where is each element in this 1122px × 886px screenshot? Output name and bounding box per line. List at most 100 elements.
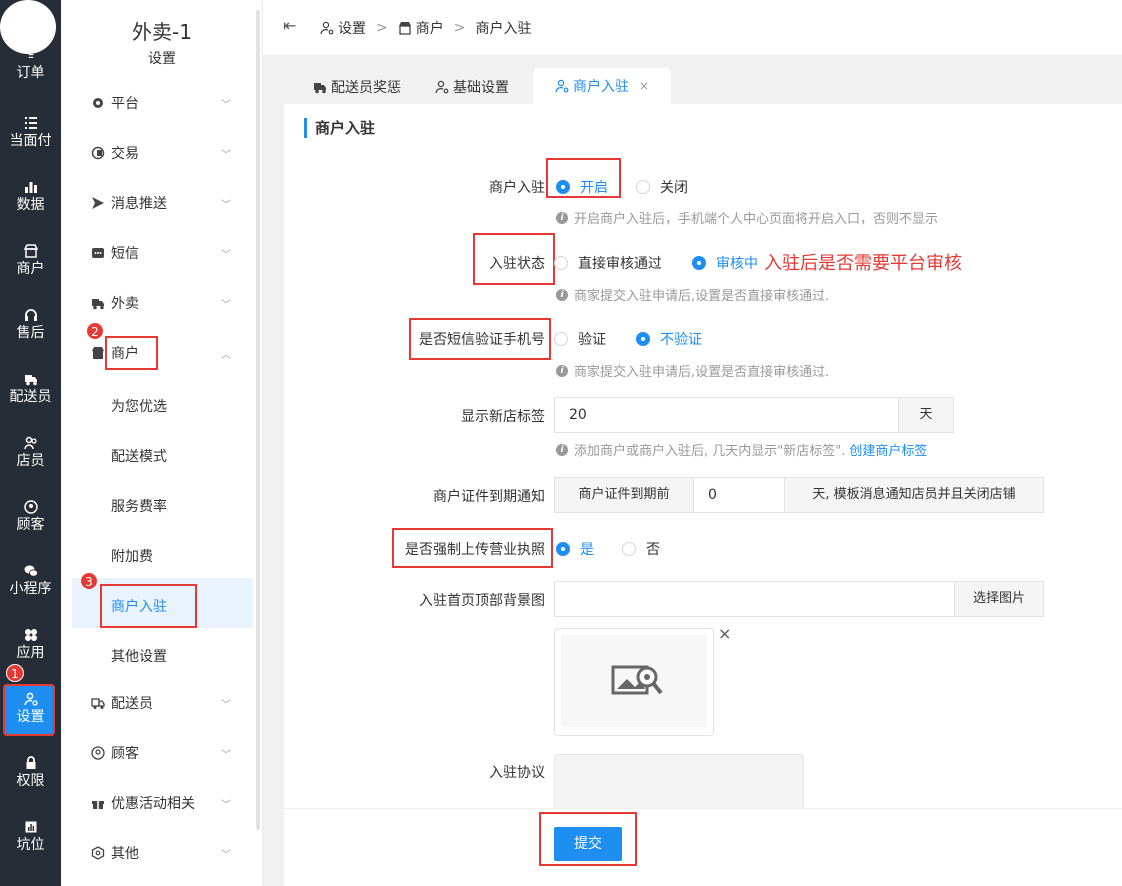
- wallet-icon: [91, 146, 105, 160]
- remove-image-icon[interactable]: ×: [718, 624, 731, 643]
- chart-icon: [25, 821, 36, 833]
- radio-entry-status-review[interactable]: 审核中: [692, 253, 758, 273]
- menu-item-promotions[interactable]: 优惠活动相关 ﹀: [91, 792, 231, 814]
- rail-label: 设置: [16, 709, 45, 725]
- agreement-editor[interactable]: [554, 754, 804, 814]
- rail-item-after-sale[interactable]: 售后: [0, 308, 61, 368]
- rail-item-customer[interactable]: 顾客: [0, 500, 61, 560]
- gear-icon: [93, 98, 103, 108]
- menu-item-customer[interactable]: 顾客 ﹀: [91, 742, 231, 764]
- rail-item-orders[interactable]: 订单: [0, 54, 61, 114]
- rail-item-courier[interactable]: 配送员: [0, 372, 61, 432]
- tab-basic-settings[interactable]: 基础设置: [435, 70, 509, 104]
- radio-label: 不验证: [660, 332, 702, 348]
- help-text-new-store-tag: i 添加商户或商户入驻后, 几天内显示"新店标签". 创建商户标签: [556, 440, 927, 459]
- choose-image-button[interactable]: 选择图片: [954, 581, 1044, 617]
- bar-chart-icon: [24, 182, 37, 193]
- chevron-down-icon: ﹀: [221, 750, 231, 761]
- submenu-item-delivery-mode[interactable]: 配送模式: [111, 446, 167, 466]
- lock-icon: [26, 756, 35, 769]
- avatar[interactable]: [0, 0, 56, 54]
- submenu-item-preferred[interactable]: 为您优选: [111, 396, 167, 416]
- help-text: 开启商户入驻后，手机端个人中心页面将开启入口，否则不显示: [574, 212, 939, 227]
- rail-item-permissions[interactable]: 权限: [0, 756, 61, 816]
- menu-label: 优惠活动相关: [111, 796, 195, 812]
- rail-item-data[interactable]: 数据: [0, 180, 61, 240]
- menu-item-takeout[interactable]: 外卖 ﹀: [91, 292, 231, 314]
- section-title: 商户入驻: [304, 118, 375, 138]
- radio-label: 是: [580, 542, 594, 558]
- chevron-down-icon: ﹀: [221, 150, 231, 161]
- rail-item-settings[interactable]: 设置: [0, 684, 61, 744]
- sidebar-scrollbar[interactable]: [256, 10, 260, 830]
- send-icon: [92, 197, 104, 209]
- wechat-icon: [24, 565, 38, 577]
- image-placeholder: [561, 635, 707, 727]
- tab-courier-reward[interactable]: 配送员奖惩: [313, 70, 401, 104]
- store-icon: [92, 347, 104, 359]
- breadcrumb-current: 商户入驻: [475, 21, 532, 37]
- user-circle-icon: [23, 500, 38, 514]
- radio-label: 关闭: [660, 180, 688, 196]
- breadcrumb-item[interactable]: 商户: [416, 18, 444, 38]
- main-rail: 订单 当面付 数据 商户 售后 配送员 店员 顾客 小程序 应用 设置 权限 坑…: [0, 0, 61, 886]
- tab-merchant-entry[interactable]: 商户入驻 ×: [533, 68, 672, 104]
- chevron-down-icon: ﹀: [221, 200, 231, 211]
- rail-item-face-pay[interactable]: 当面付: [0, 116, 61, 176]
- submenu-item-surcharge[interactable]: 附加费: [111, 546, 153, 566]
- menu-item-push[interactable]: 消息推送 ﹀: [91, 192, 231, 214]
- menu-item-platform[interactable]: 平台 ﹀: [91, 92, 231, 114]
- user-settings-icon: [320, 21, 334, 35]
- rail-label: 当面付: [9, 133, 52, 149]
- create-merchant-tag-link[interactable]: 创建商户标签: [849, 440, 927, 459]
- breadcrumb: 设置 > 商户 > 商户入驻: [320, 18, 531, 38]
- submenu-item-other-settings[interactable]: 其他设置: [111, 646, 167, 666]
- submenu-item-service-fee[interactable]: 服务费率: [111, 496, 167, 516]
- rail-item-mini-program[interactable]: 小程序: [0, 564, 61, 624]
- highlight-box-entry-status: [473, 233, 555, 285]
- rail-item-slots[interactable]: 坑位: [0, 820, 61, 880]
- cert-expiry-days-input[interactable]: 0: [693, 477, 785, 513]
- highlight-box-sms-verify: [409, 318, 551, 360]
- rail-item-merchant[interactable]: 商户: [0, 244, 61, 304]
- radio-label: 否: [646, 542, 660, 558]
- menu-item-sms[interactable]: 短信 ﹀: [91, 242, 231, 264]
- menu-label: 短信: [111, 246, 139, 262]
- store-icon: [398, 22, 411, 35]
- info-icon: i: [556, 364, 568, 377]
- radio-entry-status-direct[interactable]: 直接审核通过: [554, 253, 662, 273]
- menu-label: 交易: [111, 146, 139, 162]
- radio-force-license-yes[interactable]: 是: [556, 539, 594, 559]
- radio-sms-verify-no[interactable]: 不验证: [636, 329, 702, 349]
- radio-merchant-entry-off[interactable]: 关闭: [636, 177, 688, 197]
- rail-label: 应用: [16, 645, 45, 661]
- top-header: ⇤ 设置 > 商户 > 商户入驻: [263, 0, 1122, 56]
- form-footer: [284, 808, 1122, 886]
- breadcrumb-item[interactable]: 设置: [338, 18, 366, 38]
- close-icon[interactable]: ×: [639, 79, 649, 93]
- delivery-truck-icon: [24, 375, 37, 386]
- rail-item-clerk[interactable]: 店员: [0, 436, 61, 496]
- radio-sms-verify-yes[interactable]: 验证: [554, 329, 606, 349]
- app-root: 订单 当面付 数据 商户 售后 配送员 店员 顾客 小程序 应用 设置 权限 坑…: [0, 0, 1122, 886]
- rail-label: 店员: [16, 453, 45, 469]
- bg-image-input[interactable]: [554, 581, 956, 617]
- app-subtitle: 设置: [148, 51, 176, 67]
- list-icon: [24, 117, 37, 129]
- rail-label: 小程序: [9, 581, 52, 597]
- hexagon-icon: [91, 846, 105, 860]
- list-icon: [28, 54, 33, 58]
- tab-bar: 配送员奖惩 基础设置 商户入驻 ×: [263, 56, 1122, 104]
- help-text: 商家提交入驻申请后,设置是否直接审核通过.: [574, 365, 830, 380]
- help-text-merchant-entry: i 开启商户入驻后，手机端个人中心页面将开启入口，否则不显示: [556, 208, 938, 227]
- menu-item-other[interactable]: 其他 ﹀: [91, 842, 231, 864]
- radio-label: 验证: [578, 332, 606, 348]
- collapse-menu-icon[interactable]: ⇤: [283, 16, 296, 35]
- new-store-days-input[interactable]: 20: [554, 397, 900, 433]
- chevron-down-icon: ﹀: [221, 100, 231, 111]
- radio-force-license-no[interactable]: 否: [622, 539, 660, 559]
- step-badge: 1: [6, 664, 24, 682]
- radio-dot: [636, 180, 650, 194]
- menu-item-courier[interactable]: 配送员 ﹀: [91, 692, 231, 714]
- menu-item-transaction[interactable]: 交易 ﹀: [91, 142, 231, 164]
